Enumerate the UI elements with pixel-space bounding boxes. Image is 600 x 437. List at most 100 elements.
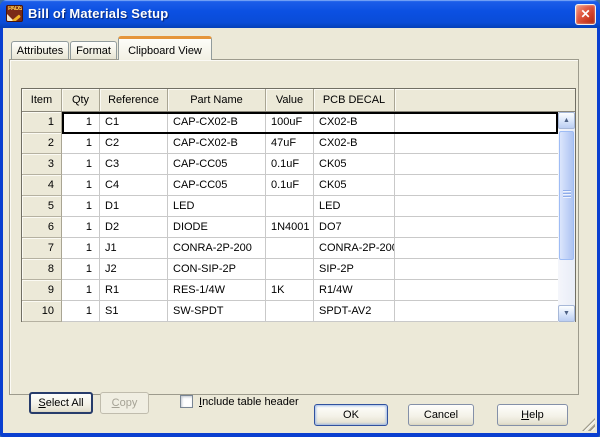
table-cell[interactable]: CK05 [314,175,395,196]
table-row[interactable]: 21C2CAP-CX02-B47uFCX02-B [22,133,558,154]
table-cell[interactable]: DIODE [168,217,266,238]
table-cell-filler[interactable] [395,112,558,133]
table-row[interactable]: 81J2CON-SIP-2PSIP-2P [22,259,558,280]
table-cell[interactable]: CX02-B [314,133,395,154]
table-cell: 10 [22,301,62,322]
table-cell[interactable]: 1 [62,175,100,196]
select-all-button[interactable]: Select All [29,392,93,414]
table-cell[interactable]: LED [168,196,266,217]
table-cell[interactable]: R1 [100,280,168,301]
scroll-up-button[interactable]: ▲ [558,112,575,129]
table-cell[interactable]: S1 [100,301,168,322]
table-cell[interactable] [266,259,314,280]
table-cell[interactable]: 1 [62,154,100,175]
table-row[interactable]: 101S1SW-SPDT SPDT-AV2 [22,301,558,322]
table-cell-filler[interactable] [395,154,558,175]
table-cell[interactable]: 1 [62,133,100,154]
table-row[interactable]: 11C1CAP-CX02-B100uFCX02-B [22,112,558,133]
scrollbar-thumb[interactable] [559,131,574,260]
table-cell[interactable]: CAP-CX02-B [168,112,266,133]
copy-button[interactable]: Copy [100,392,149,414]
table-cell[interactable]: 0.1uF [266,175,314,196]
table-cell[interactable]: 1 [62,301,100,322]
column-header-value[interactable]: Value [266,89,314,111]
scroll-down-button[interactable]: ▼ [558,305,575,322]
table-cell-filler[interactable] [395,280,558,301]
table-cell[interactable]: J1 [100,238,168,259]
table-cell[interactable] [266,301,314,322]
table-cell[interactable]: C2 [100,133,168,154]
tab-panel: Item Qty Reference Part Name Value PCB D… [9,59,579,395]
table-cell[interactable]: DO7 [314,217,395,238]
table-cell[interactable]: CON-SIP-2P [168,259,266,280]
table-cell[interactable]: SW-SPDT [168,301,266,322]
table-cell-filler[interactable] [395,196,558,217]
table-cell[interactable]: C4 [100,175,168,196]
tab-attributes[interactable]: Attributes [11,41,69,60]
table-cell: 7 [22,238,62,259]
table-cell-filler[interactable] [395,238,558,259]
table-cell-filler[interactable] [395,175,558,196]
table-cell[interactable]: 1K [266,280,314,301]
table-row[interactable]: 61D2DIODE1N4001DO7 [22,217,558,238]
cancel-button[interactable]: Cancel [408,404,474,426]
table-cell: 3 [22,154,62,175]
table-cell[interactable]: 1 [62,259,100,280]
table-cell[interactable]: 0.1uF [266,154,314,175]
table-row[interactable]: 51D1LEDLED [22,196,558,217]
table-row[interactable]: 31C3CAP-CC050.1uFCK05 [22,154,558,175]
table-cell[interactable]: J2 [100,259,168,280]
table-cell[interactable] [266,238,314,259]
table-cell[interactable]: 47uF [266,133,314,154]
table-cell-filler[interactable] [395,259,558,280]
table-cell-filler[interactable] [395,301,558,322]
help-button[interactable]: Help [497,404,568,426]
table-cell[interactable]: SIP-2P [314,259,395,280]
table-cell[interactable]: 100uF [266,112,314,133]
close-button[interactable]: ✕ [575,4,596,25]
table-cell[interactable]: CONRA-2P-200 [168,238,266,259]
table-cell-filler[interactable] [395,133,558,154]
table-cell[interactable]: C1 [100,112,168,133]
column-header-reference[interactable]: Reference [100,89,168,111]
table-cell[interactable]: 1 [62,196,100,217]
select-all-label: elect All [46,397,84,409]
table-cell[interactable]: CAP-CC05 [168,175,266,196]
table-cell[interactable]: C3 [100,154,168,175]
table-cell[interactable] [266,196,314,217]
column-header-pcbdecal[interactable]: PCB DECAL [314,89,395,111]
table-cell[interactable]: R1/4W [314,280,395,301]
column-header-item[interactable]: Item [22,89,62,111]
table-cell[interactable]: D2 [100,217,168,238]
include-header-label[interactable]: Include table header [199,396,299,408]
titlebar[interactable]: PADS Bill of Materials Setup ✕ [0,0,600,28]
table-cell[interactable]: 1N4001 [266,217,314,238]
table-cell[interactable]: SPDT-AV2 [314,301,395,322]
table-row[interactable]: 71J1CONRA-2P-200CONRA-2P-200 [22,238,558,259]
include-header-checkbox[interactable] [180,395,193,408]
table-cell[interactable]: 1 [62,217,100,238]
table-cell[interactable]: CAP-CX02-B [168,133,266,154]
table-cell[interactable]: 1 [62,280,100,301]
ok-button[interactable]: OK [314,404,388,426]
table-cell[interactable]: CX02-B [314,112,395,133]
vertical-scrollbar[interactable]: ▲ ▼ [558,112,575,322]
table-row[interactable]: 91R1RES-1/4W1KR1/4W [22,280,558,301]
table-cell[interactable]: 1 [62,238,100,259]
table-cell[interactable]: RES-1/4W [168,280,266,301]
copy-mnemonic: C [112,397,120,409]
tab-clipboard-view[interactable]: Clipboard View [118,36,212,60]
table-row[interactable]: 41C4CAP-CC050.1uFCK05 [22,175,558,196]
column-header-partname[interactable]: Part Name [168,89,266,111]
table-cell[interactable]: CONRA-2P-200 [314,238,395,259]
column-header-qty[interactable]: Qty [62,89,100,111]
table-cell[interactable]: CK05 [314,154,395,175]
table-cell-filler[interactable] [395,217,558,238]
table-cell[interactable]: 1 [62,112,100,133]
table-cell[interactable]: D1 [100,196,168,217]
table-cell[interactable]: CAP-CC05 [168,154,266,175]
table-cell: 1 [22,112,62,133]
table-cell[interactable]: LED [314,196,395,217]
tab-format[interactable]: Format [70,41,117,60]
resize-grip-icon[interactable] [582,418,595,431]
